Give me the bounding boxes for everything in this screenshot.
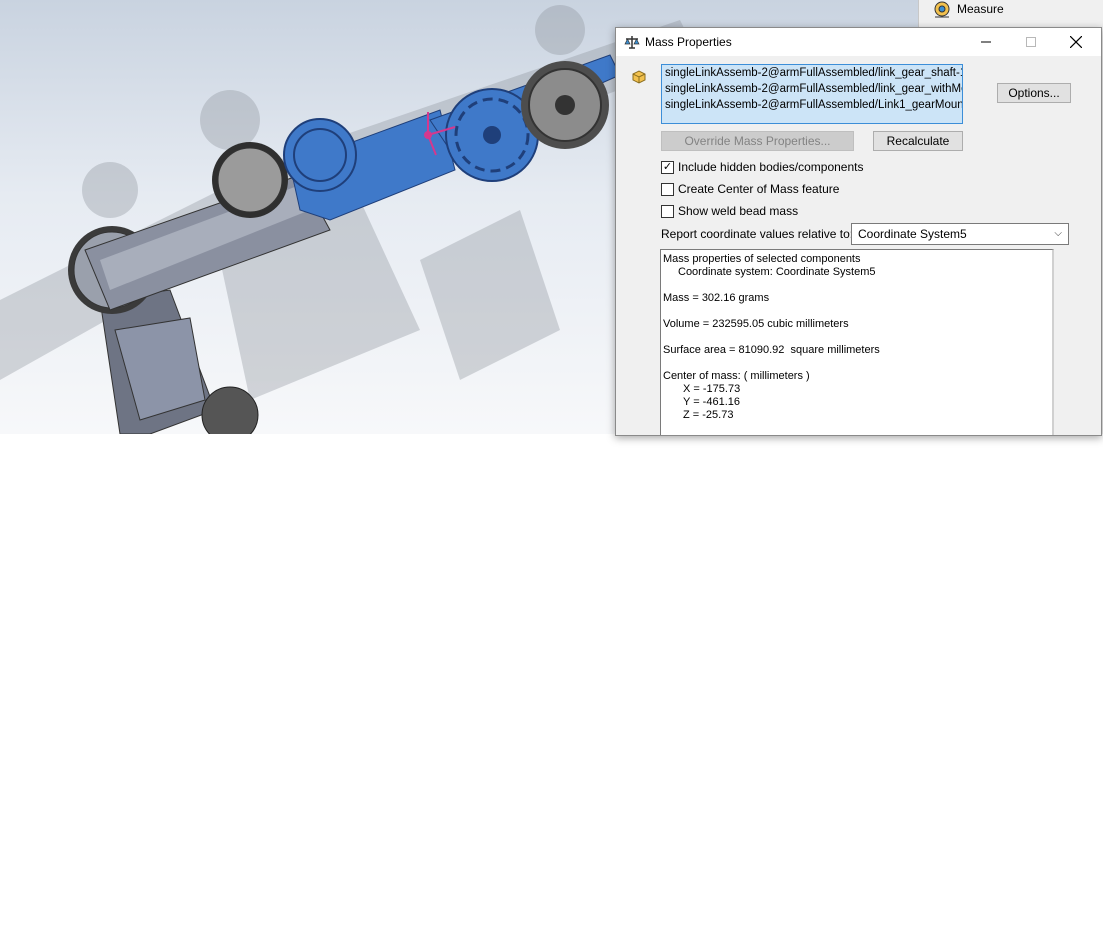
results-coordinate-system: Coordinate system: Coordinate System5 — [678, 266, 876, 278]
list-item[interactable]: singleLinkAssemb-2@armFullAssembled/link… — [662, 81, 962, 97]
results-com-heading: Center of mass: ( millimeters ) — [663, 370, 810, 382]
list-item[interactable]: singleLinkAssemb-2@armFullAssembled/Link… — [662, 97, 962, 113]
include-hidden-label: Include hidden bodies/components — [678, 160, 864, 174]
minimize-button[interactable] — [963, 28, 1008, 56]
recalculate-button[interactable]: Recalculate — [873, 131, 963, 151]
results-volume: Volume = 232595.05 cubic millimeters — [663, 318, 849, 330]
results-com-z: Z = -25.73 — [683, 409, 734, 421]
override-mass-properties-button[interactable]: Override Mass Properties... — [661, 131, 854, 151]
report-coordinates-label: Report coordinate values relative to: — [661, 227, 854, 241]
results-surface-area: Surface area = 81090.92 square millimete… — [663, 344, 880, 356]
results-heading: Mass properties of selected components — [663, 253, 861, 265]
include-hidden-checkbox[interactable]: ✓ Include hidden bodies/components — [661, 159, 863, 175]
component-icon — [632, 70, 646, 84]
coordinate-system-select[interactable]: Coordinate System5 ⌵ — [851, 223, 1069, 245]
results-com-x: X = -175.73 — [683, 383, 741, 395]
results-textbox[interactable]: Mass properties of selected components C… — [660, 249, 1054, 435]
coordinate-system-value: Coordinate System5 — [858, 227, 967, 241]
results-mass: Mass = 302.16 grams — [663, 292, 770, 304]
scale-icon — [624, 36, 640, 49]
weld-bead-checkbox[interactable]: Show weld bead mass — [661, 203, 798, 219]
checkbox-checked-icon: ✓ — [661, 160, 674, 174]
chevron-down-icon: ⌵ — [1054, 228, 1062, 239]
options-button[interactable]: Options... — [997, 83, 1071, 103]
weld-bead-label: Show weld bead mass — [678, 204, 799, 218]
maximize-button[interactable] — [1008, 28, 1053, 56]
dialog-title: Mass Properties — [645, 35, 732, 49]
minimize-icon — [980, 41, 991, 43]
close-icon — [1069, 36, 1082, 48]
close-button[interactable] — [1053, 28, 1098, 56]
dialog-titlebar[interactable]: Mass Properties — [616, 28, 1101, 56]
results-com-y: Y = -461.16 — [683, 396, 740, 408]
measure-label: Measure — [957, 2, 1004, 16]
mass-properties-dialog: Mass Properties singleLinkAssemb-2@armFu… — [615, 27, 1102, 436]
create-com-checkbox[interactable]: Create Center of Mass feature — [661, 181, 839, 197]
checkbox-unchecked-icon — [661, 182, 674, 196]
measure-tape-icon — [934, 1, 950, 18]
create-com-label: Create Center of Mass feature — [678, 182, 840, 196]
list-item[interactable]: singleLinkAssemb-2@armFullAssembled/link… — [662, 65, 962, 81]
checkbox-unchecked-icon — [661, 204, 674, 218]
maximize-icon — [1025, 37, 1036, 47]
selected-components-list[interactable]: singleLinkAssemb-2@armFullAssembled/link… — [661, 64, 963, 124]
measure-item[interactable]: Measure — [933, 0, 1004, 18]
